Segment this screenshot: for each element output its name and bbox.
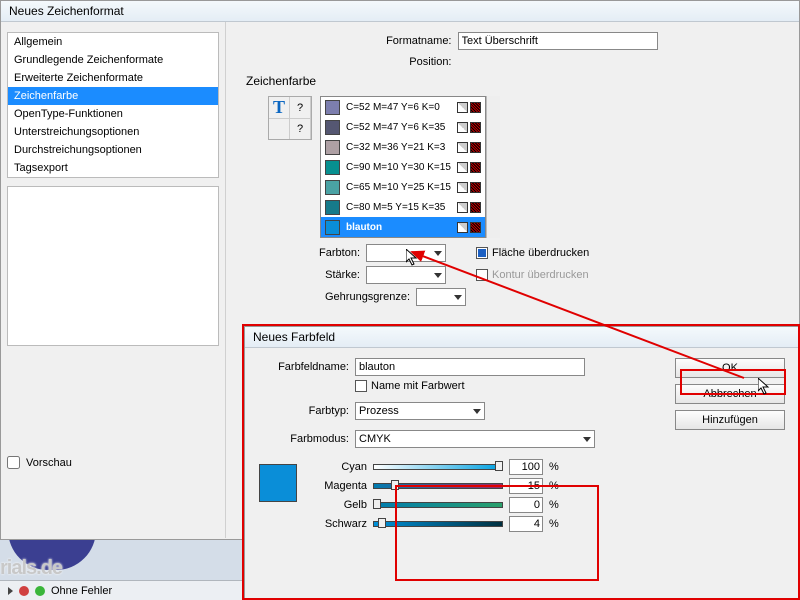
swatch-row[interactable]: C=32 M=36 Y=21 K=3 — [321, 137, 485, 157]
schwarz-label: Schwarz — [311, 518, 367, 530]
watermark: rials.de — [0, 557, 62, 580]
status-dot-green — [35, 586, 45, 596]
formatname-input[interactable] — [458, 32, 658, 50]
preview-tile: T ? ? — [268, 96, 312, 140]
t-glyph-icon: T — [273, 97, 285, 118]
sidebar-item-erweiterte[interactable]: Erweiterte Zeichenformate — [8, 69, 218, 87]
sidebar-list: Allgemein Grundlegende Zeichenformate Er… — [7, 32, 219, 178]
farbtyp-label: Farbtyp: — [259, 405, 355, 417]
kontur-label: Kontur überdrucken — [492, 269, 589, 281]
gelb-slider[interactable] — [373, 500, 503, 510]
farbmodus-dropdown[interactable]: CMYK — [355, 430, 595, 448]
sidebar-item-opentype[interactable]: OpenType-Funktionen — [8, 105, 218, 123]
schwarz-slider[interactable] — [373, 519, 503, 529]
swatch-row[interactable]: C=52 M=47 Y=6 K=0 — [321, 97, 485, 117]
preview-label: Vorschau — [26, 457, 72, 469]
cyan-slider[interactable] — [373, 462, 503, 472]
sidebar: Allgemein Grundlegende Zeichenformate Er… — [1, 22, 226, 538]
process-icon — [470, 102, 481, 113]
name-mit-farbwert-checkbox[interactable] — [355, 380, 367, 392]
flaeche-label: Fläche überdrucken — [492, 247, 589, 259]
magenta-slider[interactable] — [373, 481, 503, 491]
swatch-row[interactable]: C=52 M=47 Y=6 K=35 — [321, 117, 485, 137]
section-title: Zeichenfarbe — [246, 74, 779, 88]
preview-checkbox[interactable] — [7, 456, 20, 469]
sidebar-item-tagsexport[interactable]: Tagsexport — [8, 159, 218, 177]
gehrung-dropdown[interactable] — [416, 288, 466, 306]
dialog-title: Neues Zeichenformat — [1, 1, 799, 22]
sidebar-item-zeichenfarbe[interactable]: Zeichenfarbe — [8, 87, 218, 105]
farbfeldname-input[interactable] — [355, 358, 585, 376]
question-cell-2: ? — [290, 119, 311, 139]
swatch-row-selected[interactable]: blauton — [321, 217, 485, 237]
sidebar-item-allgemein[interactable]: Allgemein — [8, 33, 218, 51]
cancel-button[interactable]: Abbrechen — [675, 384, 785, 404]
ok-button[interactable]: OK — [675, 358, 785, 378]
swatch-dialog-title: Neues Farbfeld — [245, 327, 799, 348]
swatch-row[interactable]: C=65 M=10 Y=25 K=15 — [321, 177, 485, 197]
name-mit-farbwert-label: Name mit Farbwert — [371, 380, 465, 392]
sidebar-empty-box — [7, 186, 219, 346]
farbton-label: Farbton: — [306, 247, 366, 259]
staerke-label: Stärke: — [306, 269, 366, 281]
staerke-dropdown[interactable] — [366, 266, 446, 284]
kontur-checkbox — [476, 269, 488, 281]
cyan-label: Cyan — [311, 461, 367, 473]
color-preview — [259, 464, 297, 502]
gelb-label: Gelb — [311, 499, 367, 511]
swatch-scrollbar[interactable] — [486, 96, 500, 238]
farbmodus-label: Farbmodus: — [259, 433, 355, 445]
new-swatch-dialog: Neues Farbfeld Farbfeldname: Name mit Fa… — [244, 326, 800, 600]
formatname-label: Formatname: — [368, 35, 458, 47]
sidebar-item-grundlegende[interactable]: Grundlegende Zeichenformate — [8, 51, 218, 69]
gehrung-label: Gehrungsgrenze: — [306, 291, 416, 303]
sidebar-item-durchstreichung[interactable]: Durchstreichungsoptionen — [8, 141, 218, 159]
schwarz-value[interactable] — [509, 516, 543, 532]
farbton-dropdown[interactable] — [366, 244, 446, 262]
add-button[interactable]: Hinzufügen — [675, 410, 785, 430]
swatch-list[interactable]: C=52 M=47 Y=6 K=0 C=52 M=47 Y=6 K=35 C=3… — [320, 96, 486, 238]
expand-icon[interactable] — [8, 587, 13, 595]
swatch-row[interactable]: C=90 M=10 Y=30 K=15 — [321, 157, 485, 177]
farbfeldname-label: Farbfeldname: — [259, 361, 355, 373]
status-text: Ohne Fehler — [51, 585, 112, 597]
magenta-label: Magenta — [311, 480, 367, 492]
registration-icon — [457, 102, 468, 113]
farbtyp-dropdown[interactable]: Prozess — [355, 402, 485, 420]
status-dot-red — [19, 586, 29, 596]
flaeche-checkbox[interactable] — [476, 247, 488, 259]
cyan-value[interactable] — [509, 459, 543, 475]
sidebar-item-unterstreichung[interactable]: Unterstreichungsoptionen — [8, 123, 218, 141]
question-cell: ? — [290, 97, 311, 119]
position-label: Position: — [368, 56, 458, 68]
magenta-value[interactable] — [509, 478, 543, 494]
swatch-row[interactable]: C=80 M=5 Y=15 K=35 — [321, 197, 485, 217]
gelb-value[interactable] — [509, 497, 543, 513]
